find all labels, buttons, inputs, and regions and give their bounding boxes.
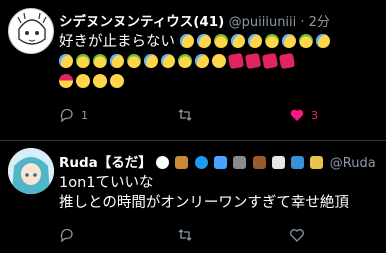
heart-icon xyxy=(290,109,304,121)
retweet-button[interactable] xyxy=(177,107,199,123)
smile-emoji-icon xyxy=(93,74,107,88)
sick-emoji-icon xyxy=(298,34,313,48)
heart-emoji-icon xyxy=(227,52,245,70)
feather-icon xyxy=(252,156,266,169)
like-count: 3 xyxy=(311,108,318,122)
heart-emoji-icon xyxy=(244,52,262,70)
cry-emoji-icon xyxy=(110,54,124,68)
display-name[interactable]: シデヌンヌンティウス(41) xyxy=(59,14,224,30)
retweet-icon xyxy=(178,229,192,241)
sick-emoji-icon xyxy=(264,34,279,48)
sick-emoji-icon xyxy=(213,34,228,48)
sick-emoji-icon xyxy=(76,54,90,68)
sick-emoji-icon xyxy=(178,54,192,68)
tweet-1[interactable]: シデヌンヌンティウス(41) @puiiiuniii · 2分 好きが止まらない… xyxy=(0,0,386,140)
cry-emoji-icon xyxy=(230,34,245,48)
reply-button[interactable] xyxy=(59,227,81,243)
cry-emoji-icon xyxy=(196,34,211,48)
reply-icon xyxy=(60,228,73,243)
cry-emoji-icon xyxy=(179,34,194,48)
snowman-icon xyxy=(156,156,170,169)
tweet-text-line: 推しとの時間がオンリーワンすぎて幸せ絶頂 xyxy=(59,195,349,211)
cry-emoji-icon xyxy=(59,54,73,68)
asterisk-icon xyxy=(291,156,305,169)
pick-icon xyxy=(175,156,189,169)
heart-icon xyxy=(290,229,304,242)
reply-icon xyxy=(60,108,73,123)
cheers-icon xyxy=(310,156,324,169)
sick-emoji-icon xyxy=(127,54,141,68)
tweet-text: 好きが止まらない xyxy=(59,32,333,92)
metro-icon xyxy=(194,156,208,169)
tweet-header: Ruda【るだ】 @Ruda xyxy=(59,151,376,171)
smile-emoji-icon xyxy=(110,74,124,88)
avatar[interactable] xyxy=(8,8,54,54)
cry-emoji-icon xyxy=(247,34,262,48)
sick-emoji-icon xyxy=(93,54,107,68)
butterfly-icon xyxy=(213,156,227,169)
skull-icon xyxy=(271,156,285,169)
tweet-header: シデヌンヌンティウス(41) @puiiiuniii · 2分 xyxy=(59,10,330,30)
retweet-button[interactable] xyxy=(177,227,199,243)
handle-and-time[interactable]: @puiiiuniii · 2分 xyxy=(229,15,330,30)
smile-emoji-icon xyxy=(212,54,226,68)
chain-icon xyxy=(233,156,247,169)
name-emoji-decorations xyxy=(156,155,330,171)
santa-emoji-icon xyxy=(59,74,73,88)
emoji-row xyxy=(179,34,333,50)
handle[interactable]: @Ruda xyxy=(330,156,376,171)
emoji-row xyxy=(59,52,333,72)
tweet-text-line: 好きが止まらない xyxy=(59,34,175,50)
like-button[interactable]: 3 xyxy=(289,107,318,123)
tweet-text: 1on1ていいな 推しとの時間がオンリーワンすぎて幸せ絶頂 xyxy=(59,173,349,213)
tweet-2[interactable]: Ruda【るだ】 @Ruda 1on1ていいな 推しとの時間がオンリーワンすぎて… xyxy=(0,141,386,253)
tweet-text-line: 1on1ていいな xyxy=(59,175,154,191)
tweet-actions xyxy=(59,227,379,243)
cry-emoji-icon xyxy=(315,34,330,48)
heart-emoji-icon xyxy=(261,52,279,70)
smile-emoji-icon xyxy=(76,74,90,88)
avatar[interactable] xyxy=(8,148,54,194)
emoji-row xyxy=(59,72,333,92)
reply-count: 1 xyxy=(81,108,88,122)
heart-emoji-icon xyxy=(278,52,296,70)
cry-emoji-icon xyxy=(161,54,175,68)
tweet-actions: 1 3 xyxy=(59,107,379,123)
display-name[interactable]: Ruda【るだ】 xyxy=(59,155,152,171)
cry-emoji-icon xyxy=(144,54,158,68)
reply-button[interactable]: 1 xyxy=(59,107,88,123)
like-button[interactable] xyxy=(289,227,311,243)
retweet-icon xyxy=(178,109,192,121)
cry-emoji-icon xyxy=(281,34,296,48)
cry-emoji-icon xyxy=(195,54,209,68)
